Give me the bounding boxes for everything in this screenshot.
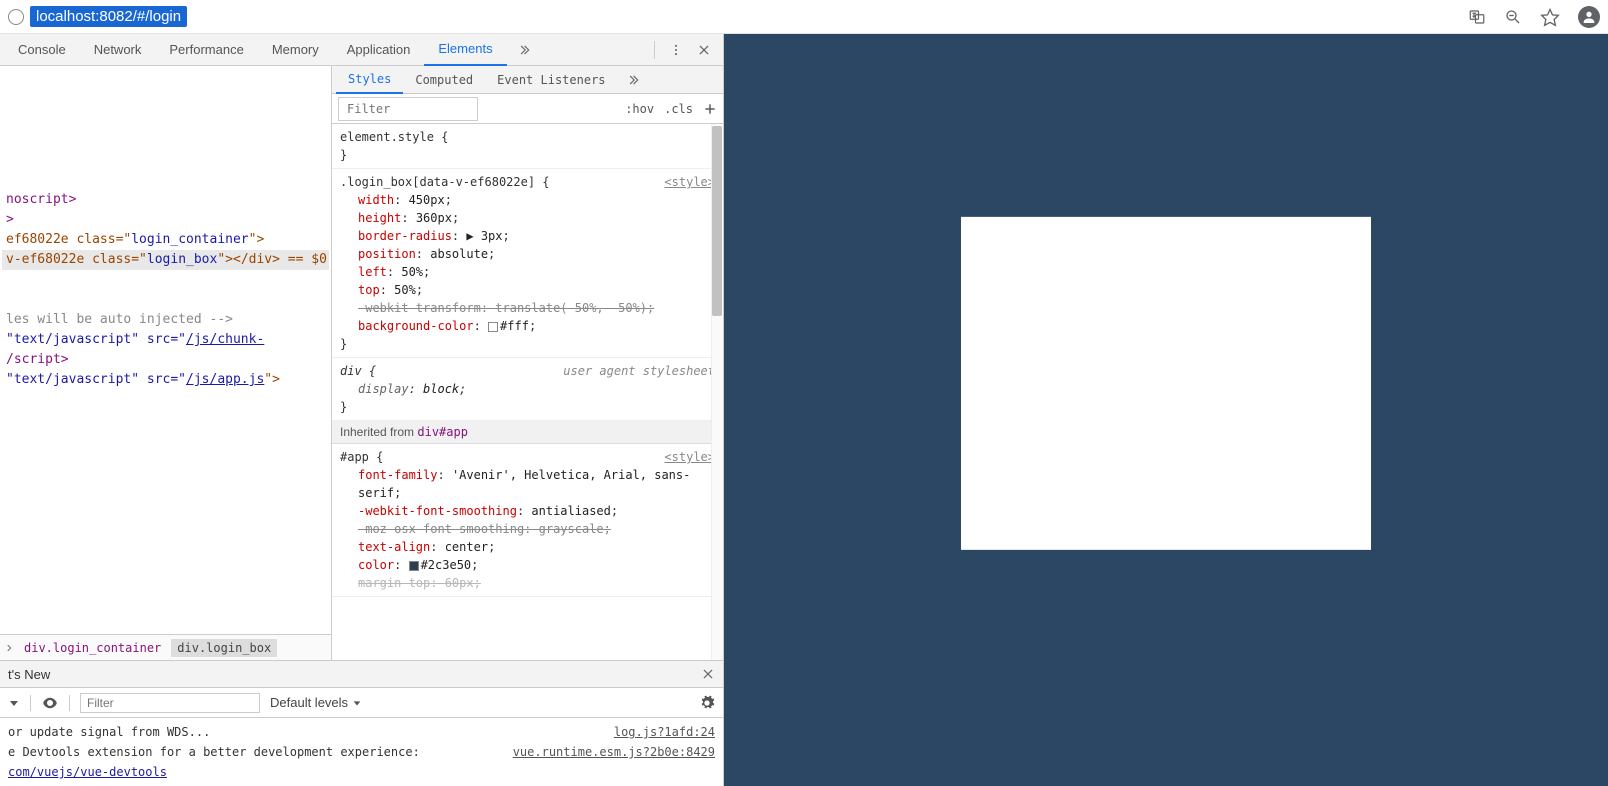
color-swatch[interactable] <box>488 322 498 332</box>
page-viewport <box>724 34 1608 786</box>
site-info-icon[interactable] <box>8 9 24 25</box>
console-url-link[interactable]: com/vuejs/vue-devtools <box>8 762 167 782</box>
rule-source[interactable]: <style> <box>664 448 715 466</box>
dom-breadcrumbs: div.login_container div.login_box <box>0 634 331 660</box>
tab-memory[interactable]: Memory <box>258 34 333 66</box>
breadcrumb-item-active[interactable]: div.login_box <box>171 639 277 657</box>
inherited-from: Inherited from div#app <box>332 421 723 444</box>
hov-toggle[interactable]: :hov <box>625 102 654 116</box>
event-listeners-tab[interactable]: Event Listeners <box>485 66 617 94</box>
rule-selector: #app { <box>340 448 383 466</box>
devtools-panel: Console Network Performance Memory Appli… <box>0 34 724 786</box>
breadcrumb-item[interactable]: div.login_container <box>18 639 167 657</box>
profile-avatar-icon[interactable] <box>1578 6 1600 28</box>
computed-tab[interactable]: Computed <box>403 66 485 94</box>
kebab-menu-icon[interactable] <box>669 43 683 57</box>
eye-icon[interactable] <box>41 694 59 712</box>
chevron-down-icon[interactable] <box>8 697 20 709</box>
rule-selector: div { <box>340 362 376 380</box>
devtools-tab-bar: Console Network Performance Memory Appli… <box>0 34 723 66</box>
tab-network[interactable]: Network <box>80 34 156 66</box>
rule-source[interactable]: <style> <box>664 173 715 191</box>
scrollbar[interactable] <box>711 124 723 660</box>
styles-pane: Styles Computed Event Listeners :hov .cl… <box>332 66 723 660</box>
selected-dom-node[interactable]: v-ef68022e class="login_box"></div> == $… <box>2 250 329 270</box>
url-text[interactable]: localhost:8082/#/login <box>30 6 187 27</box>
tab-console[interactable]: Console <box>4 34 80 66</box>
zoom-icon[interactable] <box>1504 8 1522 26</box>
console-toolbar: Default levels <box>0 688 723 718</box>
dom-tree[interactable]: noscript> > ef68022e class="login_contai… <box>0 66 331 634</box>
color-swatch[interactable] <box>409 561 419 571</box>
rule-source-ua: user agent stylesheet <box>563 362 715 380</box>
browser-address-bar: localhost:8082/#/login <box>0 0 1608 34</box>
drawer-tab-bar: t's New <box>0 660 723 688</box>
add-rule-icon[interactable] <box>703 102 717 116</box>
console-source-link[interactable]: vue.runtime.esm.js?2b0e:8429 <box>513 742 715 762</box>
close-icon[interactable] <box>701 667 715 681</box>
star-icon[interactable] <box>1540 7 1560 27</box>
gear-icon[interactable] <box>699 695 715 711</box>
login-box <box>961 217 1371 550</box>
tab-application[interactable]: Application <box>333 34 425 66</box>
more-tabs-icon[interactable] <box>517 43 531 57</box>
log-levels-dropdown[interactable]: Default levels <box>270 695 362 710</box>
console-output: or update signal from WDS...log.js?1afd:… <box>0 718 723 786</box>
translate-icon[interactable] <box>1468 8 1486 26</box>
breadcrumb-arrow-icon[interactable] <box>4 643 14 653</box>
close-icon[interactable] <box>697 43 711 57</box>
tab-elements[interactable]: Elements <box>424 34 506 66</box>
styles-tab[interactable]: Styles <box>336 66 403 94</box>
tab-performance[interactable]: Performance <box>155 34 257 66</box>
rule-selector: .login_box[data-v-ef68022e] { <box>340 173 550 191</box>
console-filter-input[interactable] <box>80 693 260 713</box>
console-source-link[interactable]: log.js?1afd:24 <box>614 722 715 742</box>
styles-rules[interactable]: element.style { } .login_box[data-v-ef68… <box>332 124 723 660</box>
styles-filter-input[interactable] <box>343 98 473 120</box>
drawer-tab-whatsnew[interactable]: t's New <box>8 667 50 682</box>
more-tabs-icon[interactable] <box>626 73 640 87</box>
rule-element-style: element.style { <box>340 128 715 146</box>
dom-tree-pane: noscript> > ef68022e class="login_contai… <box>0 66 332 660</box>
cls-toggle[interactable]: .cls <box>664 102 693 116</box>
